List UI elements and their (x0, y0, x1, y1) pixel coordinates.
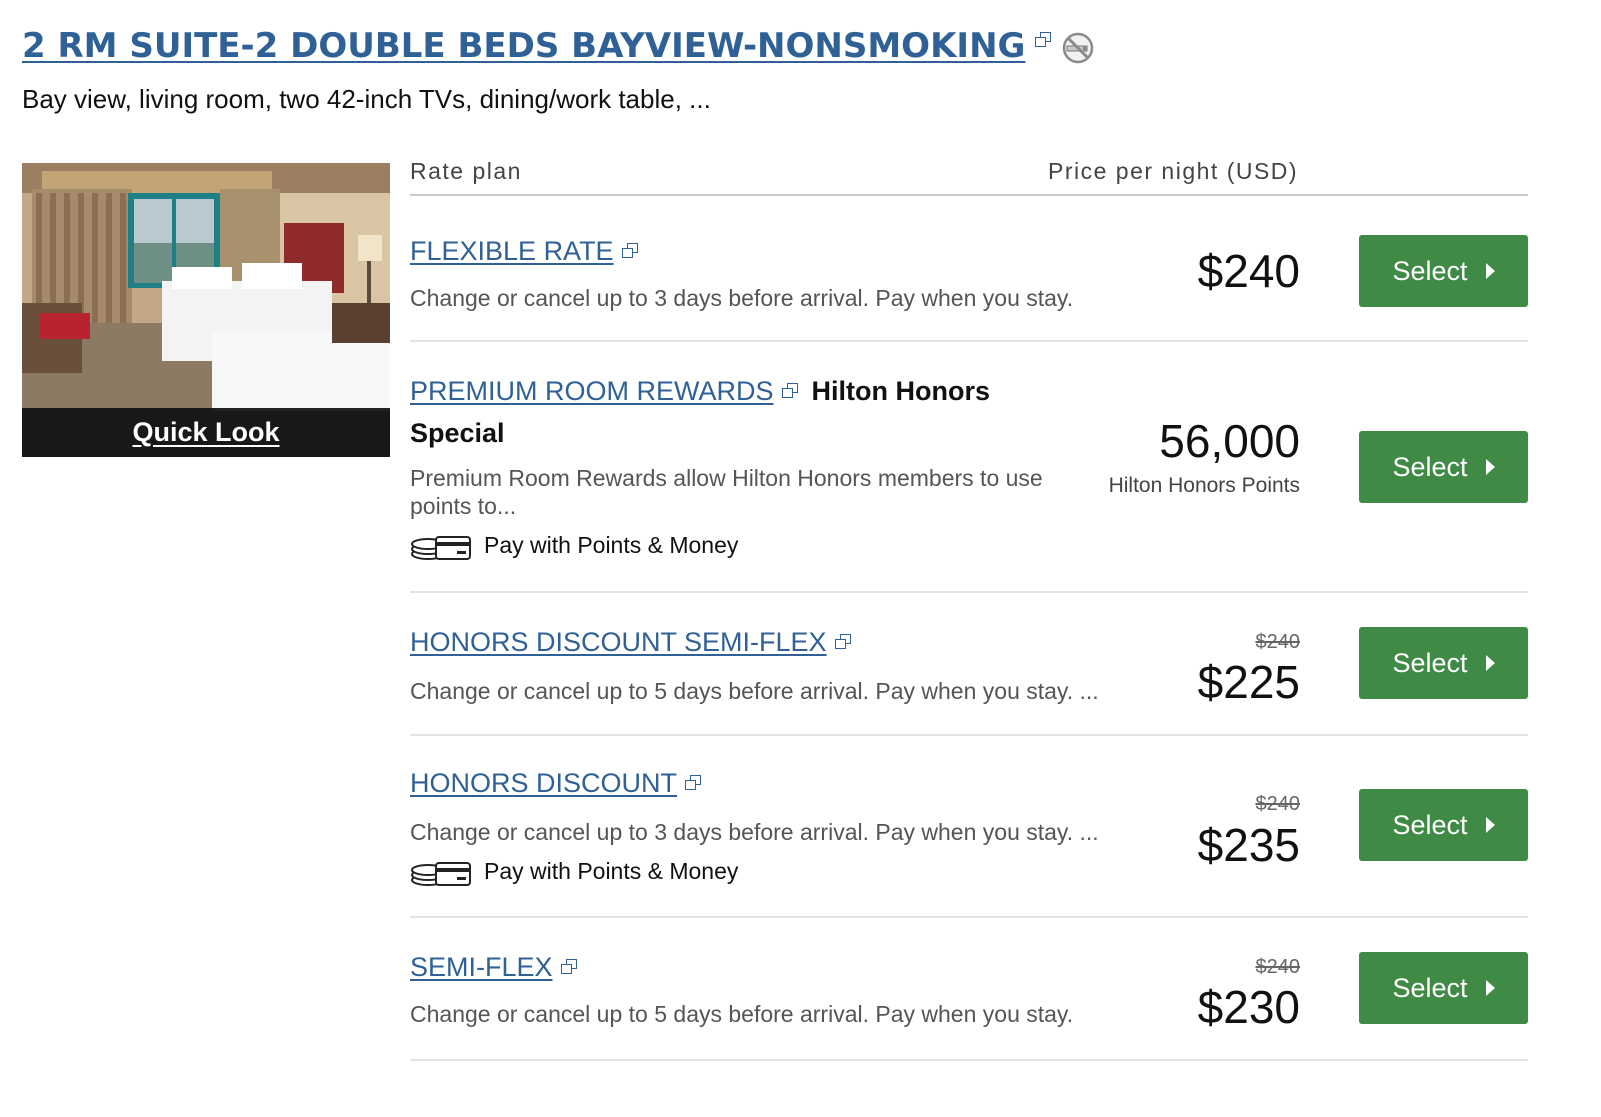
rate-name-link[interactable]: SEMI-FLEX (410, 952, 553, 983)
original-price: $240 (1255, 793, 1301, 815)
rate-name-link[interactable]: HONORS DISCOUNT SEMI-FLEX (410, 627, 827, 658)
rates-table-header: Rate plan Price per night (USD) (410, 158, 1528, 196)
external-link-icon[interactable] (1035, 32, 1052, 48)
rate-name-link[interactable]: PREMIUM ROOM REWARDS (410, 376, 774, 407)
rate-price-points: 56,000 (1159, 415, 1300, 467)
rate-name: SEMI-FLEX (410, 952, 577, 983)
chevron-right-icon (1485, 980, 1495, 996)
select-button-label: Select (1392, 451, 1468, 482)
rate-row-semi-flex: SEMI-FLEX Change or cancel up to 5 days … (410, 918, 1528, 1061)
original-price: $240 (1255, 956, 1301, 978)
quick-look-label[interactable]: Quick Look (132, 417, 279, 448)
price-per-night-header: Price per night (USD) (1048, 158, 1299, 184)
hilton-honors-badge: Hilton Honors (811, 376, 990, 406)
room-title: 2 RM SUITE-2 DOUBLE BEDS BAYVIEW-NONSMOK… (22, 26, 1095, 66)
external-link-icon[interactable] (621, 242, 638, 259)
select-button-label: Select (1392, 647, 1468, 678)
select-button[interactable]: Select (1359, 789, 1528, 861)
rate-name: FLEXIBLE RATE (410, 236, 638, 267)
select-button[interactable]: Select (1359, 431, 1528, 503)
rate-row-flexible-rate: FLEXIBLE RATE Change or cancel up to 3 d… (410, 198, 1528, 342)
rate-row-premium-room-rewards: PREMIUM ROOM REWARDS Hilton Honors Speci… (410, 342, 1528, 593)
rate-plan-header: Rate plan (410, 158, 522, 184)
rate-name: HONORS DISCOUNT SEMI-FLEX (410, 627, 851, 658)
select-button[interactable]: Select (1359, 235, 1528, 307)
external-link-icon[interactable] (685, 774, 702, 791)
quick-look-button[interactable]: Quick Look (22, 408, 390, 457)
rate-price: $235 (1197, 819, 1300, 871)
room-photo[interactable]: Quick Look (22, 163, 390, 457)
chevron-right-icon (1485, 817, 1495, 833)
room-description: Bay view, living room, two 42-inch TVs, … (22, 84, 711, 114)
pay-with-points-money-label: Pay with Points & Money (484, 857, 739, 884)
pay-with-points-money: Pay with Points & Money (410, 854, 738, 888)
rate-name: HONORS DISCOUNT (410, 768, 702, 799)
points-money-icon (411, 862, 471, 886)
pay-with-points-money: Pay with Points & Money (410, 528, 738, 562)
external-link-icon[interactable] (560, 958, 577, 975)
rate-description: Change or cancel up to 3 days before arr… (410, 285, 1074, 311)
rate-description: Change or cancel up to 5 days before arr… (410, 1001, 1074, 1027)
external-link-icon[interactable] (834, 633, 851, 650)
points-unit-label: Hilton Honors Points (1108, 474, 1300, 497)
points-money-icon (411, 536, 471, 560)
rate-description: Change or cancel up to 3 days before arr… (410, 819, 1099, 845)
external-link-icon[interactable] (781, 382, 798, 399)
rate-name: PREMIUM ROOM REWARDS Hilton Honors (410, 376, 990, 407)
rate-row-honors-discount: HONORS DISCOUNT Change or cancel up to 3… (410, 736, 1528, 918)
chevron-right-icon (1485, 263, 1495, 279)
rate-price: $225 (1197, 656, 1300, 708)
rate-name-link[interactable]: FLEXIBLE RATE (410, 236, 614, 267)
rate-description: Premium Room Rewards allow Hilton Honors… (410, 465, 1043, 519)
original-price: $240 (1255, 631, 1301, 653)
select-button[interactable]: Select (1359, 627, 1528, 699)
chevron-right-icon (1485, 655, 1495, 671)
pay-with-points-money-label: Pay with Points & Money (484, 531, 739, 558)
select-button[interactable]: Select (1359, 952, 1528, 1024)
rate-name-link[interactable]: HONORS DISCOUNT (410, 768, 677, 799)
rate-description: Change or cancel up to 5 days before arr… (410, 678, 1099, 704)
no-smoking-icon (1063, 32, 1094, 64)
select-button-label: Select (1392, 809, 1468, 840)
rate-price: $230 (1197, 981, 1300, 1033)
rate-row-honors-discount-semi-flex: HONORS DISCOUNT SEMI-FLEX Change or canc… (410, 593, 1528, 736)
rate-price: $240 (1197, 245, 1300, 297)
select-button-label: Select (1392, 255, 1468, 286)
select-button-label: Select (1392, 972, 1468, 1003)
special-label: Special (410, 418, 505, 448)
chevron-right-icon (1485, 459, 1495, 475)
room-title-link[interactable]: 2 RM SUITE-2 DOUBLE BEDS BAYVIEW-NONSMOK… (22, 26, 1025, 66)
